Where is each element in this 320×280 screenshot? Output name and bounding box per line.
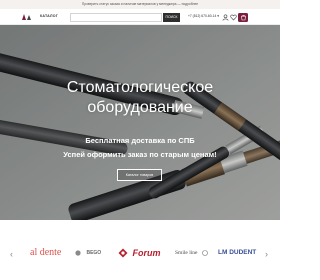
hero-background-image <box>0 25 280 220</box>
phone-dropdown[interactable]: +7 (812) 670-60-14 ▾ <box>188 14 219 18</box>
catalog-cta-button[interactable]: Каталог товаров <box>117 169 162 181</box>
hero-title-line-2: оборудование <box>87 99 193 116</box>
brand-name: Smile line <box>175 250 198 256</box>
user-icon[interactable] <box>222 13 229 21</box>
brand-name: BEGO <box>86 250 102 256</box>
brand-name: LM DUDENT <box>218 249 257 256</box>
promo-text[interactable]: Проверить статус заказа и наличие матери… <box>82 2 198 6</box>
promo-bar[interactable]: Проверить статус заказа и наличие матери… <box>0 0 280 9</box>
brand-logo-al-dente[interactable]: al dente <box>30 242 61 264</box>
hero-title: Стоматологическое оборудование <box>40 78 240 118</box>
brand-name: Forum <box>132 248 161 258</box>
cart-button[interactable] <box>238 12 248 22</box>
logo-icon[interactable] <box>21 13 33 21</box>
catalog-menu-button[interactable]: КАТАЛОГ <box>40 14 58 18</box>
brand-logo-bego[interactable]: BEGO <box>75 242 101 264</box>
forum-mark-icon <box>118 248 128 258</box>
hero-delivery-text: Бесплатная доставка по СПБ <box>85 136 195 145</box>
brand-logo-forum[interactable]: Forum <box>118 242 160 264</box>
bego-mark-icon <box>75 250 81 256</box>
heart-icon[interactable] <box>230 14 237 21</box>
chevron-left-icon[interactable]: ‹ <box>10 249 13 259</box>
search-input[interactable] <box>70 12 162 22</box>
brand-logo-lm-dudent[interactable]: LM DUDENT <box>218 242 256 264</box>
smile-line-mark-icon <box>202 250 208 256</box>
brand-name: al dente <box>30 247 62 258</box>
brand-logo-smile-line[interactable]: Smile line <box>175 242 208 264</box>
hero-banner: Стоматологическое оборудование Бесплатна… <box>0 25 280 220</box>
hero-title-line-1: Стоматологическое <box>66 79 214 96</box>
brands-carousel: ‹ al dente BEGO Forum Smile line LM DUDE… <box>0 220 280 280</box>
site-header: КАТАЛОГ ПОИСК +7 (812) 670-60-14 ▾ <box>0 9 280 25</box>
hero-offer-text: Успей оформить заказ по старым ценам! <box>63 150 217 159</box>
chevron-right-icon[interactable]: › <box>265 249 268 259</box>
search-button[interactable]: ПОИСК <box>163 12 180 22</box>
cart-icon <box>240 14 246 20</box>
